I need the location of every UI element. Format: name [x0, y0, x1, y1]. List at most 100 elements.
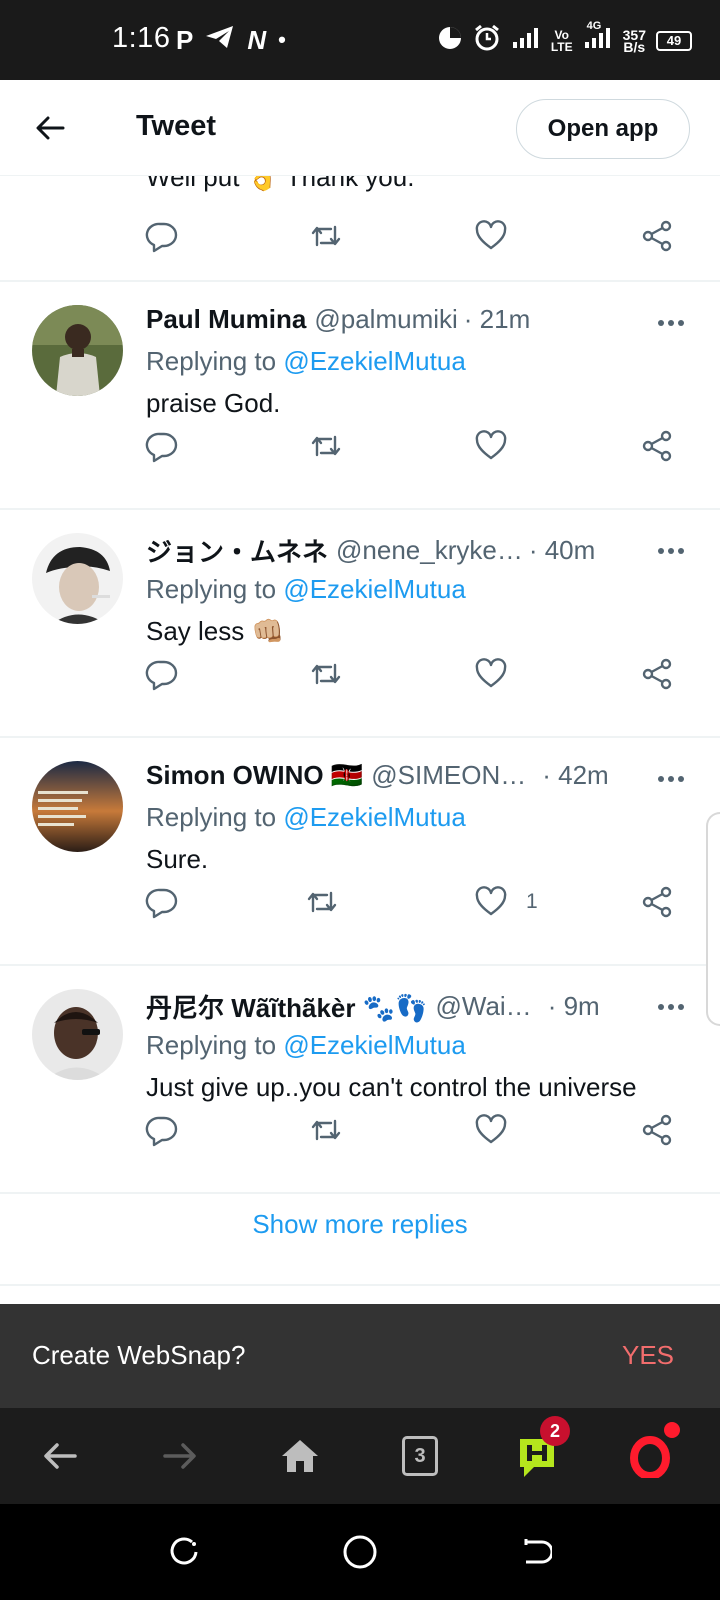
n-app-icon: N — [247, 24, 267, 55]
share-icon — [642, 430, 672, 462]
like-button[interactable] — [474, 1108, 508, 1152]
mention-link[interactable]: @EzekielMutua — [283, 574, 465, 604]
mention-link[interactable]: @EzekielMutua — [283, 802, 465, 832]
heart-icon — [475, 658, 507, 688]
retweet-button[interactable] — [309, 652, 343, 696]
user-handle[interactable]: @palmumiki — [314, 304, 457, 335]
share-button[interactable] — [640, 214, 674, 258]
opera-news-button[interactable]: 2 — [510, 1416, 570, 1484]
like-button[interactable]: 1 — [474, 880, 538, 924]
tweet-time[interactable]: · 9m — [548, 991, 600, 1022]
status-right-icons: Vo LTE 4G 357 B/s 49 — [437, 20, 692, 57]
share-icon — [642, 886, 672, 918]
p-app-icon: P — [176, 24, 194, 55]
retweet-button[interactable] — [309, 214, 343, 258]
replying-to-line: Replying to @EzekielMutua — [146, 1030, 466, 1060]
share-button[interactable] — [640, 1108, 674, 1152]
battery-indicator: 49 — [656, 30, 692, 51]
tweet-actions — [0, 652, 720, 696]
reply-icon — [145, 432, 178, 463]
like-button[interactable] — [474, 424, 508, 468]
edge-panel-handle[interactable] — [706, 812, 720, 1026]
opera-menu-button[interactable] — [624, 1422, 680, 1484]
more-options-button[interactable] — [656, 992, 686, 1022]
browser-toolbar: 3 2 — [0, 1408, 720, 1504]
back-arrow-icon — [44, 1443, 77, 1469]
more-options-button[interactable] — [656, 536, 686, 566]
reply-button[interactable] — [145, 214, 179, 258]
replies-feed: Well put 👌 Thank you. Paul Mumina @palmu… — [0, 176, 720, 1302]
share-button[interactable] — [640, 652, 674, 696]
retweet-button[interactable] — [309, 1108, 343, 1152]
partial-tweet-text: Well put 👌 Thank you. — [146, 176, 415, 192]
reply-button[interactable] — [145, 424, 179, 468]
status-time: 1:16 — [112, 22, 171, 54]
avatar[interactable] — [32, 761, 123, 852]
user-handle[interactable]: @SIMEON… — [371, 760, 526, 791]
more-options-button[interactable] — [656, 308, 686, 338]
tabs-button[interactable]: 3 — [392, 1428, 448, 1484]
tweet-meta: Paul Mumina @palmumiki · 21m — [146, 304, 530, 335]
more-options-button[interactable] — [656, 764, 686, 794]
tab-count-icon: 3 — [402, 1436, 438, 1476]
show-more-replies-link[interactable]: Show more replies — [0, 1194, 720, 1254]
system-navigation-bar — [0, 1504, 720, 1600]
tweet-text: Sure. — [146, 844, 209, 874]
websnap-label: Create WebSnap? — [32, 1340, 246, 1370]
user-name[interactable]: 丹尼尔 Wãĩthãkèr 🐾👣 — [146, 988, 427, 1025]
divider — [0, 1284, 720, 1286]
avatar[interactable] — [32, 533, 123, 624]
avatar[interactable] — [32, 305, 123, 396]
websnap-yes-button[interactable]: YES — [622, 1340, 674, 1371]
reply-tweet[interactable]: Paul Mumina @palmumiki · 21m Replying to… — [0, 282, 720, 508]
reply-icon — [145, 888, 178, 919]
back-button[interactable] — [30, 108, 70, 148]
user-name[interactable]: ジョン・ムネネ — [146, 532, 328, 569]
browser-back-button[interactable] — [32, 1428, 88, 1484]
share-button[interactable] — [640, 880, 674, 924]
reply-tweet[interactable]: 丹尼尔 Wãĩthãkèr 🐾👣 @Wai… · 9m Replying to … — [0, 966, 720, 1192]
tweet-meta: 丹尼尔 Wãĩthãkèr 🐾👣 @Wai… · 9m — [146, 988, 600, 1025]
tweet-time[interactable]: · 42m — [542, 760, 608, 791]
tweet-actions: 1 — [0, 880, 720, 924]
recent-apps-button[interactable] — [164, 1532, 204, 1572]
back-arrow-icon — [36, 116, 65, 140]
heart-icon — [475, 886, 507, 916]
tweet-time[interactable]: · 40m — [529, 535, 595, 566]
user-handle[interactable]: @nene_kryke… — [336, 535, 523, 566]
volte-indicator: Vo LTE — [550, 27, 573, 54]
home-button[interactable] — [272, 1428, 328, 1484]
heart-icon — [475, 220, 507, 250]
reply-tweet[interactable]: Simon OWINO 🇰🇪 @SIMEON… · 42m Replying t… — [0, 738, 720, 964]
retweet-icon — [311, 663, 341, 685]
like-button[interactable] — [474, 652, 508, 696]
reply-button[interactable] — [145, 652, 179, 696]
status-left-icons: P N • — [176, 24, 286, 55]
open-app-button[interactable]: Open app — [516, 99, 690, 159]
share-button[interactable] — [640, 424, 674, 468]
system-back-button[interactable] — [516, 1532, 556, 1572]
retweet-icon — [311, 435, 341, 457]
tweet-time[interactable]: · 21m — [464, 304, 530, 335]
share-icon — [642, 220, 672, 252]
mention-link[interactable]: @EzekielMutua — [283, 1030, 465, 1060]
tweet-text: praise God. — [146, 388, 281, 418]
avatar[interactable] — [32, 989, 123, 1080]
tweet-actions — [0, 424, 720, 468]
browser-forward-button[interactable] — [152, 1428, 208, 1484]
user-handle[interactable]: @Wai… — [435, 991, 531, 1022]
alarm-icon — [473, 24, 501, 57]
mention-link[interactable]: @EzekielMutua — [283, 346, 465, 376]
retweet-icon — [311, 1119, 341, 1141]
retweet-button[interactable] — [309, 424, 343, 468]
user-name[interactable]: Simon OWINO 🇰🇪 — [146, 760, 363, 791]
system-home-button[interactable] — [340, 1532, 380, 1572]
like-button[interactable] — [474, 214, 508, 258]
opera-update-dot — [664, 1422, 680, 1438]
reply-tweet[interactable]: ジョン・ムネネ @nene_kryke… · 40m Replying to @… — [0, 510, 720, 736]
retweet-button[interactable] — [305, 880, 339, 924]
user-name[interactable]: Paul Mumina — [146, 304, 306, 335]
reply-button[interactable] — [145, 880, 179, 924]
status-bar: 1:16 P N • Vo LTE 4G 357 B/s 49 — [0, 0, 720, 80]
reply-button[interactable] — [145, 1108, 179, 1152]
